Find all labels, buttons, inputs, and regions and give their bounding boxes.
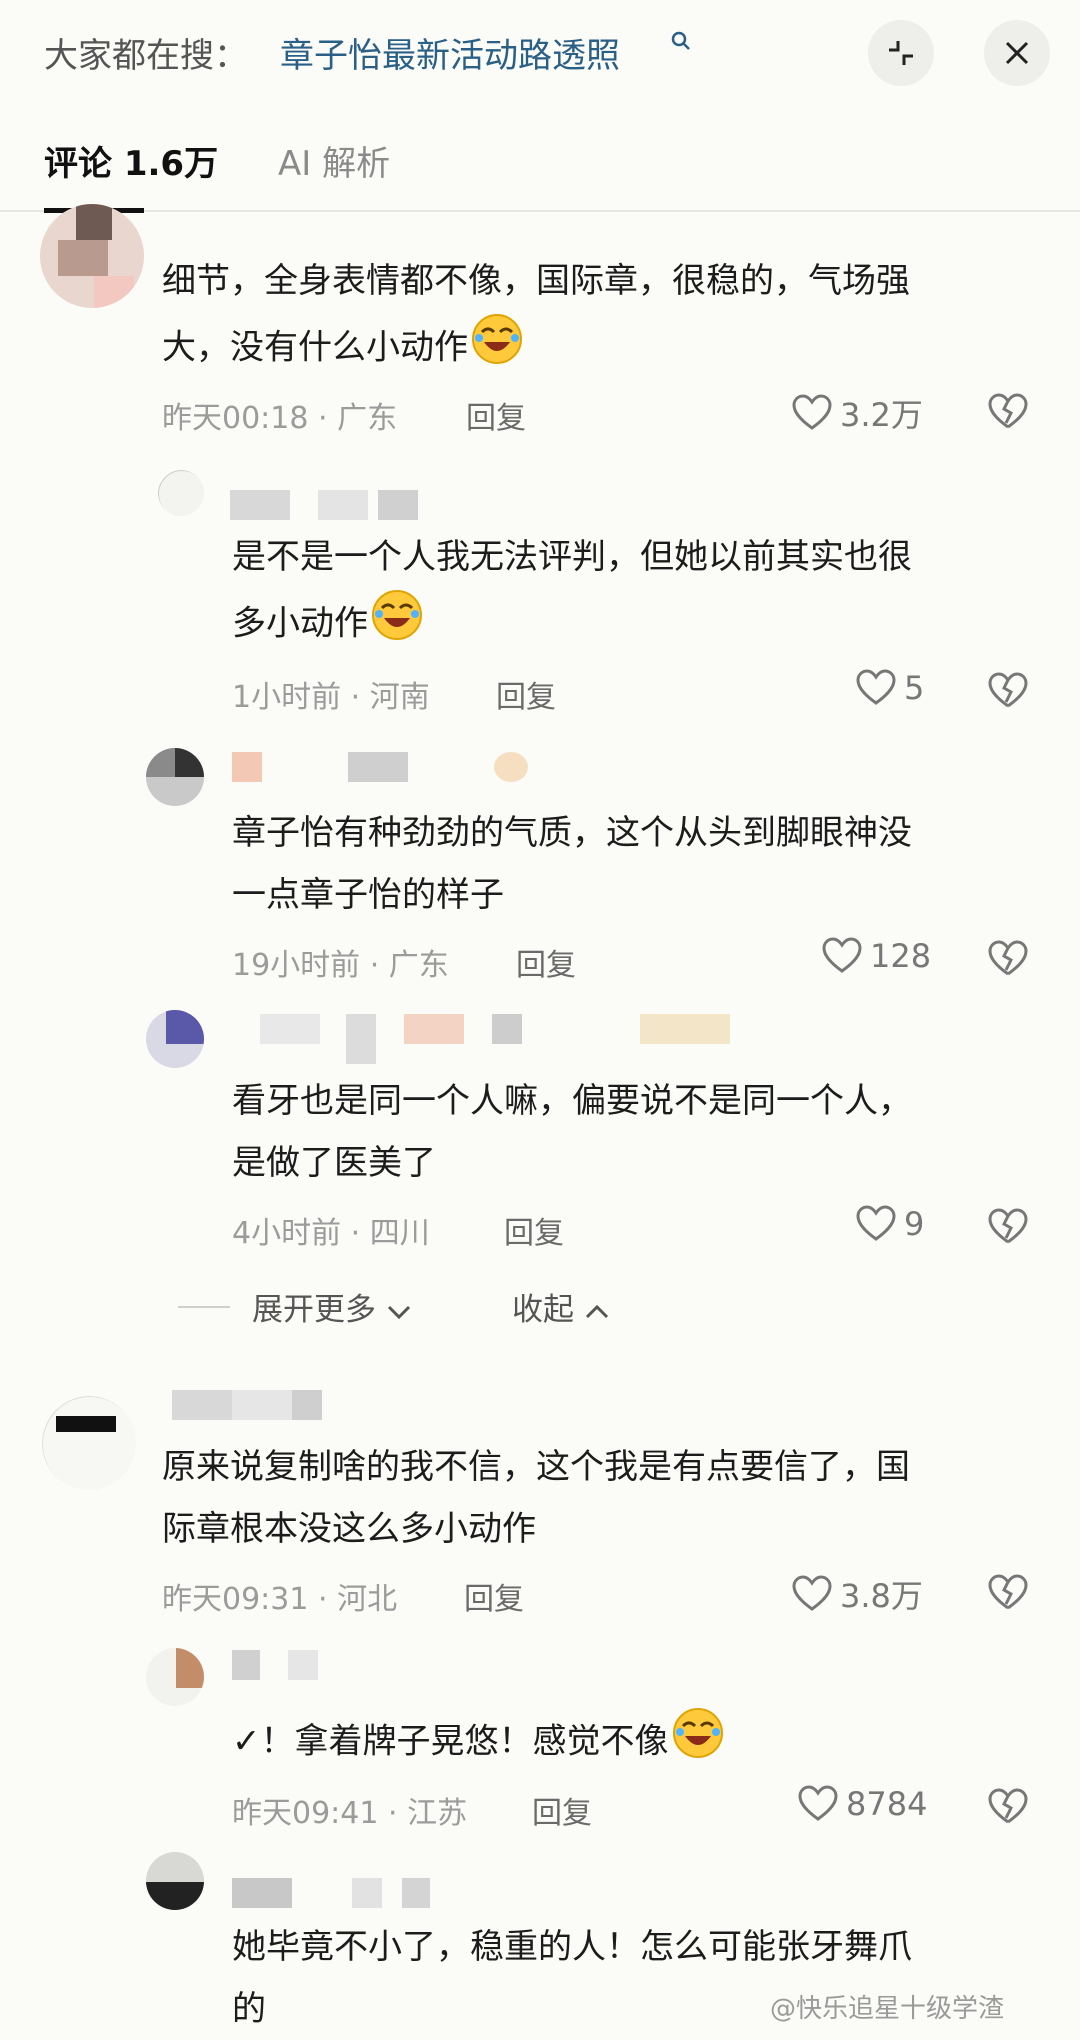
tab-bar: 评论 1.6万 AI 解析 [0,120,1080,213]
dislike-button[interactable] [988,393,1028,435]
like-button[interactable]: 3.2万 [792,390,923,436]
laughing-crying-emoji-icon [370,588,424,662]
top-bar: 大家都在搜： 章子怡最新活动路透照 [0,0,1080,100]
like-count: 9 [904,1205,925,1243]
comment-time: 4小时前 · 四川 [232,1216,430,1251]
broken-heart-icon [988,1574,1028,1610]
reply-button[interactable]: 回复 [504,1208,564,1252]
search-icon [670,30,692,58]
collapse-icon [889,41,913,65]
heart-outline-icon [792,394,832,430]
heart-outline-icon [856,1205,896,1241]
reply-button[interactable]: 回复 [516,940,576,984]
avatar[interactable] [42,1396,136,1490]
heart-outline-icon [856,669,896,705]
laughing-crying-emoji-icon [671,1706,725,1780]
username-blurred [232,752,542,782]
like-button[interactable]: 3.8万 [792,1571,923,1617]
comment-time: 昨天09:31 · 河北 [162,1582,398,1617]
replies-toggle-row: 展开更多 收起 [0,1270,1080,1340]
watermark: @快乐追星十级学渣 [770,1994,1005,2024]
dislike-button[interactable] [988,1574,1028,1616]
broken-heart-icon [988,1788,1028,1824]
avatar[interactable] [146,1648,204,1706]
divider [178,1306,230,1308]
like-button[interactable]: 8784 [798,1785,927,1823]
search-prefix-label: 大家都在搜： [44,36,248,76]
avatar[interactable] [146,1852,204,1910]
heart-outline-icon [792,1575,832,1611]
chevron-up-icon [585,1304,608,1319]
like-count: 128 [870,937,932,975]
search-suggestion-link[interactable]: 章子怡最新活动路透照 [280,28,620,77]
comment-text: 章子怡有种劲劲的气质，这个从头到脚眼神没 一点章子怡的样子 [232,813,912,915]
username-blurred [230,490,440,520]
like-count: 3.2万 [840,396,923,434]
laughing-crying-emoji-icon [470,312,524,386]
avatar[interactable] [146,748,204,806]
collapse-replies-button[interactable]: 收起 [512,1284,610,1329]
comment-text: ✓！拿着牌子晃悠！感觉不像 [232,1706,725,1780]
like-button[interactable]: 5 [856,669,924,707]
dislike-button[interactable] [988,940,1028,982]
like-button[interactable]: 128 [822,937,931,975]
comment-time: 19小时前 · 广东 [232,948,449,983]
chevron-down-icon [387,1305,410,1320]
reply-button[interactable]: 回复 [466,393,526,437]
tab-ai-analysis[interactable]: AI 解析 [278,136,390,185]
broken-heart-icon [988,393,1028,429]
avatar[interactable] [146,1010,204,1068]
reply-button[interactable]: 回复 [496,672,556,716]
tab-comments[interactable]: 评论 1.6万 [44,136,218,185]
broken-heart-icon [988,940,1028,976]
close-button[interactable] [984,20,1050,86]
comment-text: 细节，全身表情都不像，国际章，很稳的，气场强 大，没有什么小动作 [162,250,910,386]
reply-button[interactable]: 回复 [464,1574,524,1618]
comment-time: 1小时前 · 河南 [232,680,430,715]
expand-more-button[interactable]: 展开更多 [252,1284,412,1329]
comment-time: 昨天09:41 · 江苏 [232,1796,468,1831]
broken-heart-icon [988,672,1028,708]
username-blurred [232,1878,432,1908]
dislike-button[interactable] [988,672,1028,714]
heart-outline-icon [822,937,862,973]
comment-time: 昨天00:18 · 广东 [162,401,398,436]
like-button[interactable]: 9 [856,1205,924,1243]
username-blurred [232,1650,322,1680]
like-count: 8784 [846,1785,928,1823]
dislike-button[interactable] [988,1788,1028,1830]
like-count: 5 [904,669,925,707]
collapse-button[interactable] [868,20,934,86]
comment-text: 看牙也是同一个人嘛，偏要说不是同一个人， 是做了医美了 [232,1081,912,1183]
reply-button[interactable]: 回复 [532,1788,592,1832]
avatar[interactable] [158,470,204,516]
comment-text: 原来说复制啥的我不信，这个我是有点要信了，国 际章根本没这么多小动作 [162,1447,910,1549]
comment-text: 是不是一个人我无法评判，但她以前其实也很 多小动作 [232,526,912,662]
username-blurred [172,1390,352,1420]
heart-outline-icon [798,1785,838,1821]
username-blurred [260,1014,730,1064]
dislike-button[interactable] [988,1208,1028,1250]
close-icon [1005,41,1029,65]
broken-heart-icon [988,1208,1028,1244]
like-count: 3.8万 [840,1577,923,1615]
avatar[interactable] [40,204,144,308]
